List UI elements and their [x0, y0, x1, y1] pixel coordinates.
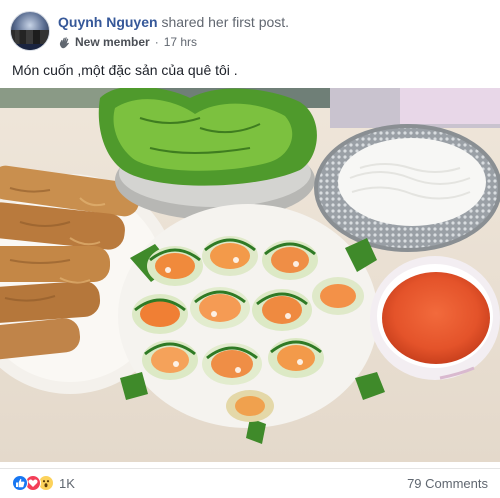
reaction-count[interactable]: 1K [59, 476, 75, 491]
feed-post: Quynh Nguyen shared her first post. New … [0, 0, 500, 498]
reactions-summary[interactable]: 1K [12, 475, 75, 491]
author-avatar[interactable] [10, 11, 50, 51]
post-meta: New member · 17 hrs [58, 34, 197, 50]
meta-separator: · [154, 35, 159, 49]
post-action-text: shared her first post. [161, 14, 290, 30]
new-member-badge: New member [75, 35, 150, 49]
post-caption: Món cuốn ,một đặc sản của quê tôi . [12, 62, 238, 78]
like-icon [12, 475, 28, 491]
post-photo[interactable] [0, 88, 500, 462]
post-timestamp[interactable]: 17 hrs [164, 34, 197, 50]
post-title-line: Quynh Nguyen shared her first post. [58, 13, 289, 31]
waving-hand-icon [58, 36, 71, 49]
post-footer: 1K 79 Comments [0, 468, 500, 498]
post-header: Quynh Nguyen shared her first post. New … [10, 10, 490, 52]
author-name-link[interactable]: Quynh Nguyen [58, 14, 158, 30]
comments-count-link[interactable]: 79 Comments [407, 476, 488, 491]
